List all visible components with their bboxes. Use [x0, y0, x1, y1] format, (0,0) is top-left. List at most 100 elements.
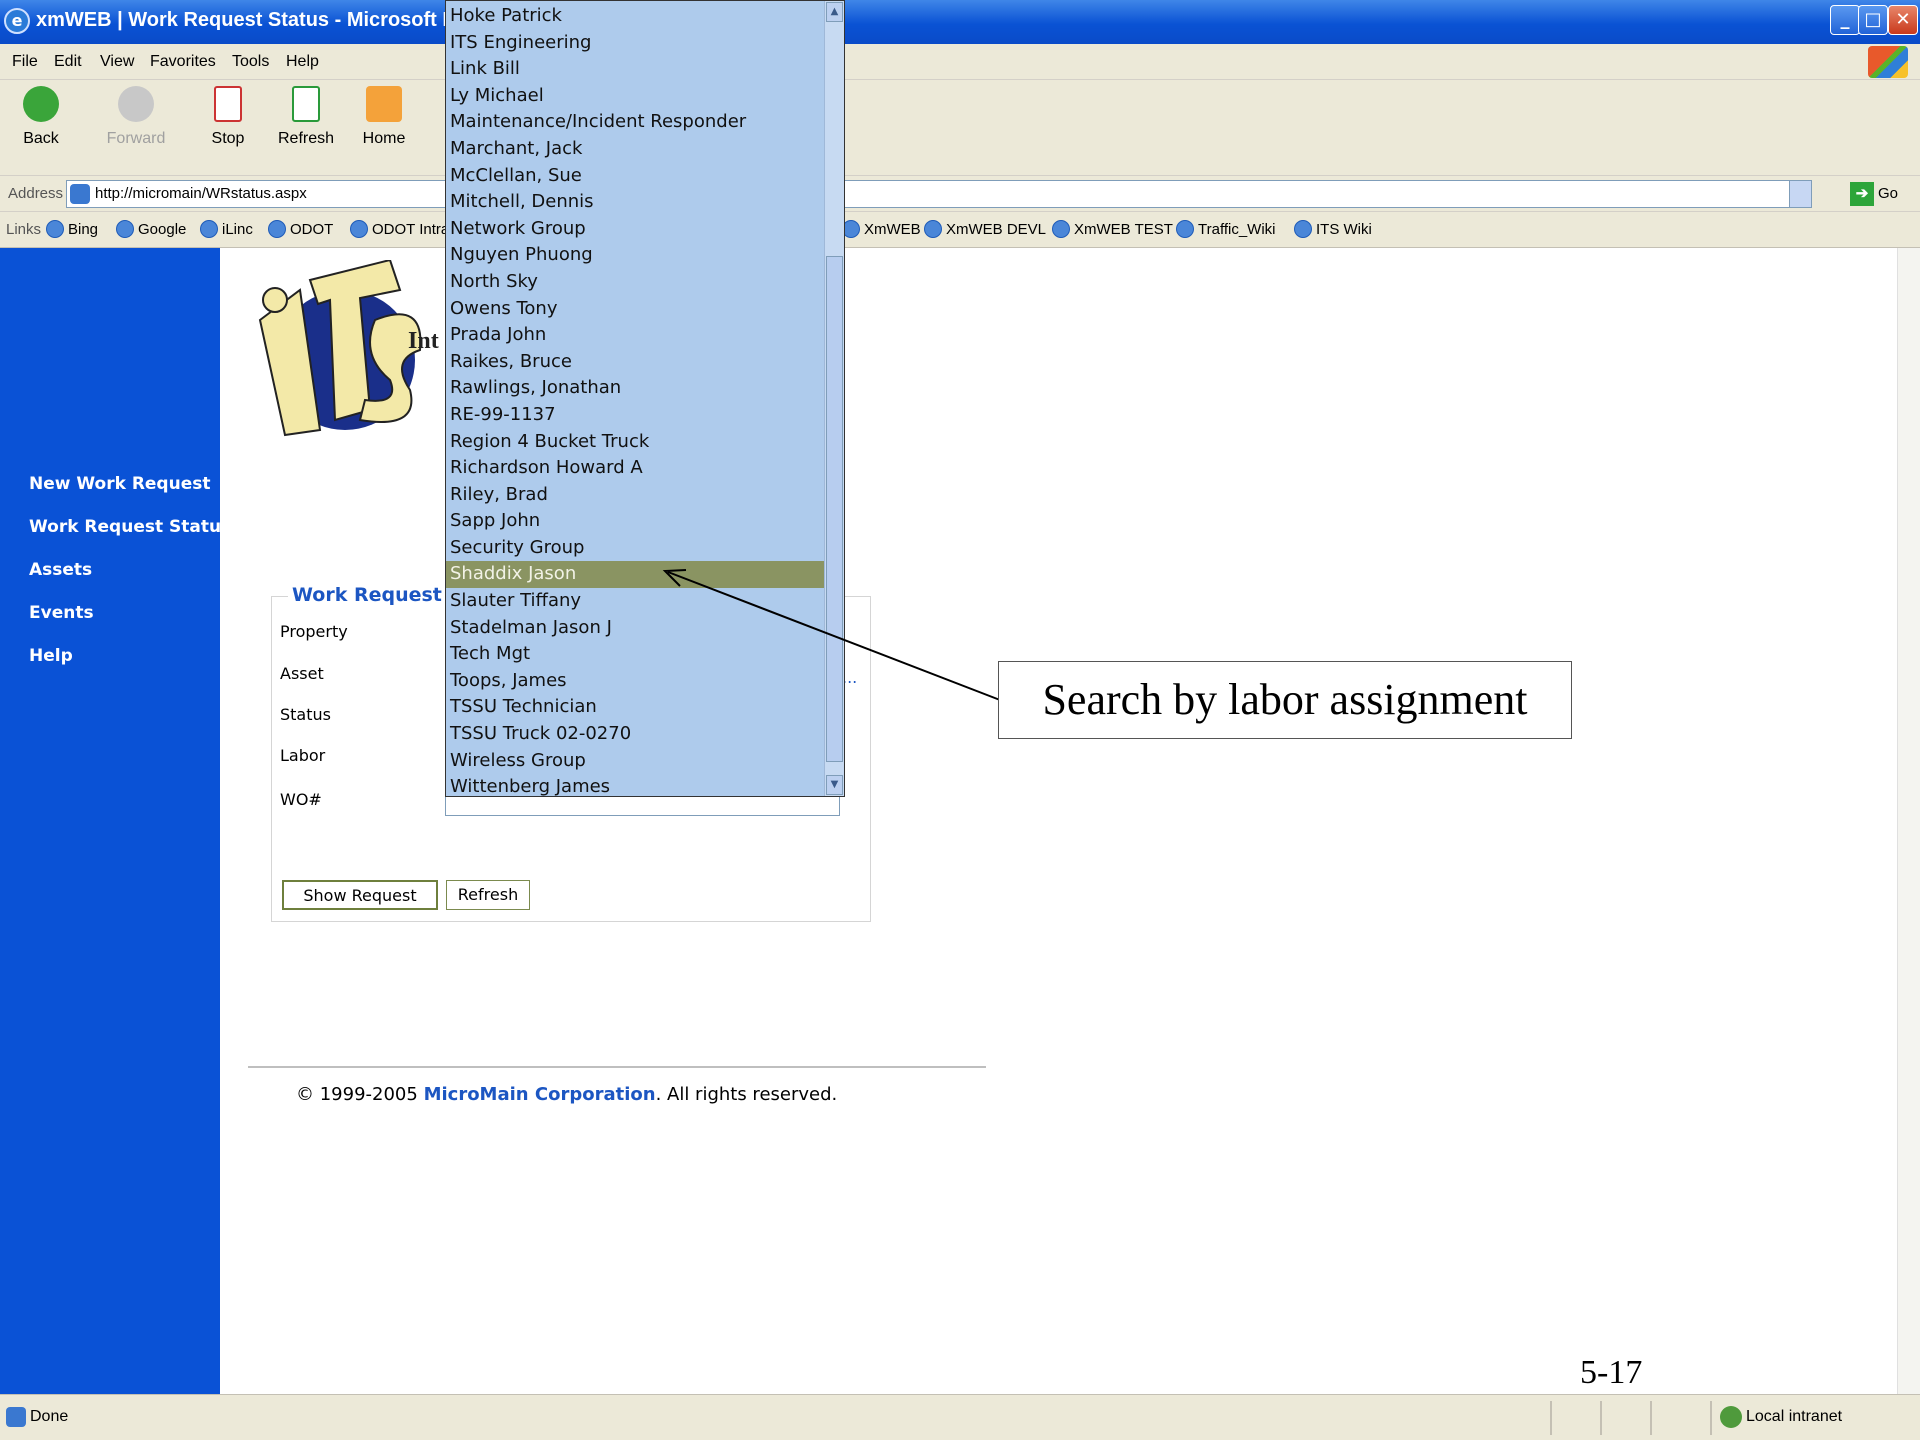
- property-label: Property: [280, 622, 348, 641]
- go-arrow-icon: ➔: [1850, 182, 1874, 206]
- sidebar: New Work Request Work Request Status Ass…: [0, 248, 231, 1394]
- refresh-icon: [292, 86, 320, 122]
- home-icon: [366, 86, 402, 122]
- labor-option[interactable]: McClellan, Sue: [446, 163, 824, 190]
- link-traffic-wiki[interactable]: Traffic_Wiki: [1176, 220, 1276, 238]
- menu-help[interactable]: Help: [286, 53, 319, 71]
- wo-number-label: WO#: [280, 790, 322, 809]
- minimize-button[interactable]: _: [1830, 5, 1860, 35]
- labor-option[interactable]: TSSU Truck 02-0270: [446, 721, 824, 748]
- links-bar: Links Bing Google iLinc ODOT ODOT Intra …: [0, 212, 1920, 248]
- labor-option[interactable]: Owens Tony: [446, 296, 824, 323]
- menu-file[interactable]: File: [12, 53, 38, 71]
- link-bing[interactable]: Bing: [46, 220, 98, 238]
- labor-option[interactable]: Network Group: [446, 216, 824, 243]
- its-logo: [258, 260, 422, 437]
- sidebar-item-work-request-status[interactable]: Work Request Status: [29, 517, 231, 537]
- address-dropdown-button[interactable]: [1789, 181, 1811, 207]
- forward-button[interactable]: Forward: [106, 86, 166, 148]
- labor-option[interactable]: Mitchell, Dennis: [446, 189, 824, 216]
- labor-dropdown-list[interactable]: Hoke Patrick ITS Engineering Link Bill Ly M…: [445, 0, 845, 797]
- refresh-button[interactable]: Refresh: [276, 86, 336, 148]
- intranet-zone-icon: [1720, 1406, 1742, 1428]
- labor-option[interactable]: RE-99-1137: [446, 402, 824, 429]
- show-request-button[interactable]: Show Request: [282, 880, 438, 910]
- page-done-icon: [6, 1407, 26, 1427]
- status-label: Status: [280, 705, 331, 724]
- maximize-button[interactable]: □: [1858, 5, 1888, 35]
- logo-text: Int: [408, 328, 439, 354]
- labor-option[interactable]: Raikes, Bruce: [446, 349, 824, 376]
- sidebar-item-help[interactable]: Help: [29, 646, 73, 666]
- labor-option[interactable]: Maintenance/Incident Responder: [446, 109, 824, 136]
- address-input[interactable]: http://micromain/WRstatus.aspx: [66, 180, 1812, 208]
- labor-option[interactable]: Richardson Howard A: [446, 455, 824, 482]
- page-scrollbar[interactable]: [1897, 248, 1920, 1394]
- labor-option[interactable]: Security Group: [446, 535, 824, 562]
- refresh-form-button[interactable]: Refresh: [446, 880, 530, 910]
- labor-select[interactable]: [445, 794, 840, 816]
- security-zone: Local intranet: [1746, 1408, 1843, 1425]
- menu-bar: File Edit View Favorites Tools Help: [0, 44, 1920, 80]
- stop-button[interactable]: Stop: [206, 86, 250, 148]
- ie-page-icon: [1176, 220, 1194, 238]
- link-xmweb-devl[interactable]: XmWEB DEVL: [924, 220, 1046, 238]
- labor-option[interactable]: Link Bill: [446, 56, 824, 83]
- sidebar-item-assets[interactable]: Assets: [29, 560, 92, 580]
- link-google[interactable]: Google: [116, 220, 186, 238]
- labor-option[interactable]: Hoke Patrick: [446, 3, 824, 30]
- labor-option[interactable]: TSSU Technician: [446, 694, 824, 721]
- labor-option[interactable]: Region 4 Bucket Truck: [446, 429, 824, 456]
- labor-option[interactable]: Stadelman Jason J: [446, 615, 824, 642]
- sidebar-item-events[interactable]: Events: [29, 603, 94, 623]
- sidebar-item-new-work-request[interactable]: New Work Request: [29, 474, 210, 494]
- toolbar: Back Forward Stop Refresh Home: [0, 80, 1920, 176]
- labor-option[interactable]: Nguyen Phuong: [446, 242, 824, 269]
- close-button[interactable]: ✕: [1888, 5, 1918, 35]
- labor-option[interactable]: North Sky: [446, 269, 824, 296]
- links-label: Links: [6, 221, 42, 238]
- scroll-down-icon[interactable]: ▼: [826, 775, 843, 795]
- labor-option[interactable]: Marchant, Jack: [446, 136, 824, 163]
- link-xmweb[interactable]: XmWEB: [842, 220, 921, 238]
- link-xmweb-test[interactable]: XmWEB TEST: [1052, 220, 1173, 238]
- labor-option[interactable]: Prada John: [446, 322, 824, 349]
- labor-options: Hoke Patrick ITS Engineering Link Bill Ly M…: [446, 3, 824, 796]
- link-ilinc[interactable]: iLinc: [200, 220, 253, 238]
- windows-logo-icon: [1868, 46, 1908, 78]
- ie-page-icon: [116, 220, 134, 238]
- labor-option[interactable]: Ly Michael: [446, 83, 824, 110]
- stop-icon: [214, 86, 242, 122]
- link-odot-intra[interactable]: ODOT Intra: [350, 220, 449, 238]
- labor-option[interactable]: Shaddix Jason: [446, 561, 824, 589]
- labor-option[interactable]: Wireless Group: [446, 748, 824, 775]
- menu-view[interactable]: View: [100, 53, 134, 71]
- link-odot[interactable]: ODOT: [268, 220, 333, 238]
- window-title: xmWEB | Work Request Status - Microsoft …: [36, 9, 516, 31]
- labor-option[interactable]: Tech Mgt: [446, 641, 824, 668]
- labor-option[interactable]: Sapp John: [446, 508, 824, 535]
- menu-tools[interactable]: Tools: [232, 53, 269, 71]
- labor-option[interactable]: Wittenberg James: [446, 774, 824, 796]
- link-its-wiki[interactable]: ITS Wiki: [1294, 220, 1372, 238]
- go-button[interactable]: ➔ Go: [1850, 182, 1898, 206]
- callout-box: Search by labor assignment: [998, 661, 1572, 739]
- home-button[interactable]: Home: [360, 86, 408, 148]
- bing-icon: [46, 220, 64, 238]
- scroll-thumb[interactable]: [826, 256, 843, 762]
- scroll-up-icon[interactable]: ▲: [826, 2, 843, 22]
- ie-page-icon: [1294, 220, 1312, 238]
- labor-option[interactable]: Slauter Tiffany: [446, 588, 824, 615]
- labor-option[interactable]: Toops, James: [446, 668, 824, 695]
- micromain-link[interactable]: MicroMain Corporation: [424, 1084, 656, 1105]
- slide-number: 5-17: [1580, 1354, 1643, 1391]
- labor-option[interactable]: Riley, Brad: [446, 482, 824, 509]
- status-text: Done: [30, 1408, 69, 1425]
- menu-favorites[interactable]: Favorites: [150, 53, 216, 71]
- labor-option[interactable]: Rawlings, Jonathan: [446, 375, 824, 402]
- back-button[interactable]: Back: [16, 86, 66, 148]
- menu-edit[interactable]: Edit: [54, 53, 82, 71]
- dropdown-scrollbar[interactable]: ▲ ▼: [824, 1, 844, 796]
- labor-option[interactable]: ITS Engineering: [446, 30, 824, 57]
- title-bar: e xmWEB | Work Request Status - Microsof…: [0, 0, 1920, 44]
